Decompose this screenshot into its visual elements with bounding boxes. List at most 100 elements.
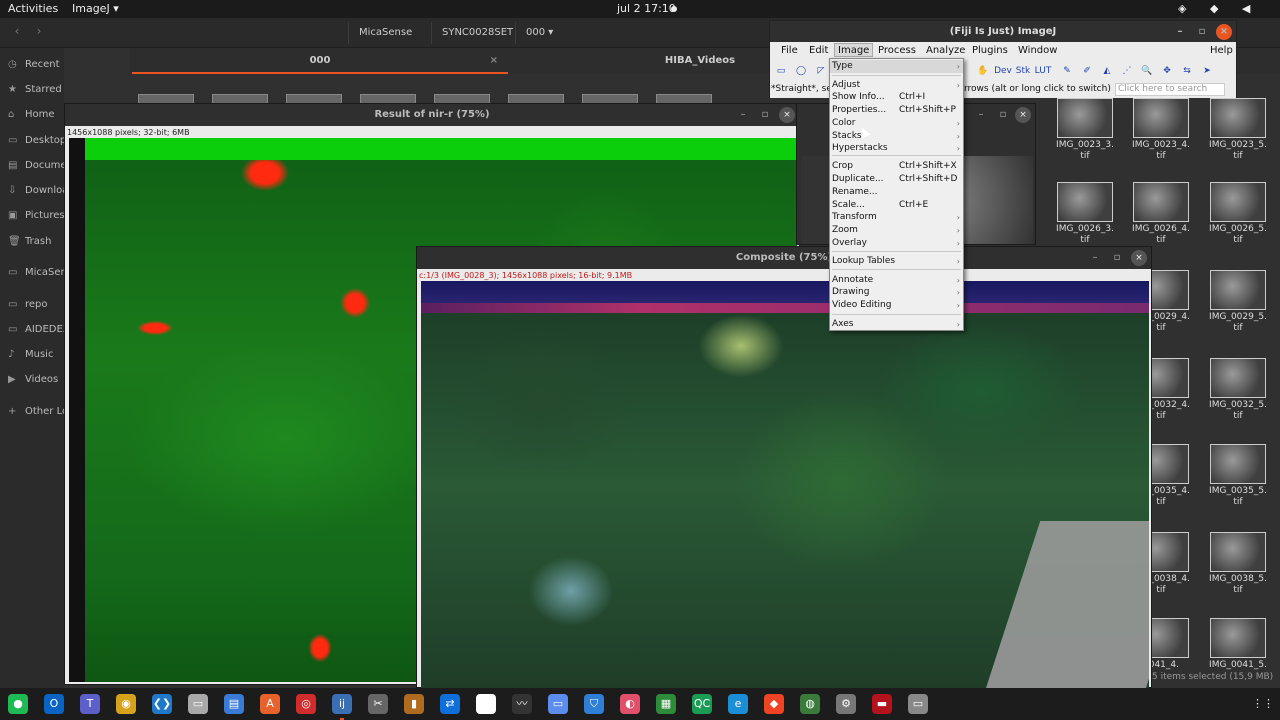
file-item[interactable]: IMG_0032_5. tif: [1203, 358, 1273, 422]
menu-plugins[interactable]: Plugins: [969, 44, 1011, 58]
file-item[interactable]: IMG_0035_5. tif: [1203, 444, 1273, 508]
sidebar-item-recent[interactable]: ◷ Recent: [0, 56, 64, 76]
sidebar-item-repo[interactable]: ▭ repo: [0, 296, 64, 316]
breadcrumb-sync[interactable]: SYNC0028SET: [431, 22, 523, 44]
anydesk-icon[interactable]: ◆: [764, 694, 784, 714]
menu-image[interactable]: Image: [834, 43, 874, 57]
menu-edit[interactable]: Edit: [806, 44, 831, 58]
back-button[interactable]: ‹: [8, 24, 26, 42]
file-item[interactable]: IMG_0026_3. tif: [1050, 182, 1120, 246]
file-item[interactable]: IMG_0023_4. tif: [1126, 98, 1196, 162]
menu-item-hyperstacks[interactable]: Hyperstacks ›: [830, 142, 963, 155]
maximize-icon[interactable]: ▫: [995, 107, 1011, 123]
menu-item-drawing[interactable]: Drawing ›: [830, 286, 963, 299]
tab-close-icon[interactable]: ×: [490, 48, 498, 74]
menu-analyze[interactable]: Analyze: [923, 44, 968, 58]
minimize-icon[interactable]: –: [1087, 250, 1103, 266]
imagej-icon[interactable]: ij: [332, 694, 352, 720]
app-menu[interactable]: ImageJ ▾: [72, 2, 119, 15]
rectangle-tool-icon[interactable]: ▭: [772, 62, 790, 80]
window-icon[interactable]: ▭: [548, 694, 568, 714]
menu-item-type[interactable]: Type ›: [830, 60, 963, 73]
activities-button[interactable]: Activities: [8, 2, 58, 15]
polygon-tool-icon[interactable]: ◸: [812, 62, 830, 80]
sidebar-item-music[interactable]: ♪ Music: [0, 346, 64, 366]
breadcrumb-micasense[interactable]: MicaSense: [348, 22, 422, 44]
menu-item-properties[interactable]: Properties... Ctrl+Shift+P: [830, 104, 963, 117]
files-icon[interactable]: ▭: [188, 694, 208, 714]
menu-item-transform[interactable]: Transform ›: [830, 211, 963, 224]
vpn-icon[interactable]: ⛉: [584, 694, 604, 714]
arrow-tool-icon[interactable]: ➤: [1198, 62, 1216, 80]
imagej-title[interactable]: (Fiji Is Just) ImageJ – ▫ ×: [770, 21, 1236, 42]
sidebar-item-downloa[interactable]: ⇩ Downloa: [0, 182, 64, 202]
minimize-icon[interactable]: –: [735, 107, 751, 123]
menu-file[interactable]: File: [778, 44, 801, 58]
wand-tool-icon[interactable]: ⋰: [1118, 62, 1136, 80]
window-title[interactable]: Composite (75%): [417, 247, 1151, 269]
forward-button[interactable]: ›: [30, 24, 48, 42]
document-icon[interactable]: ▤: [224, 694, 244, 714]
menu-item-show-info[interactable]: Show Info... Ctrl+I: [830, 91, 963, 104]
sidebar-item-other-lo[interactable]: + Other Lo: [0, 403, 64, 423]
dev-tool-icon[interactable]: Dev: [994, 62, 1012, 80]
flood-fill-tool-icon[interactable]: ◭: [1098, 62, 1116, 80]
file-item[interactable]: IMG_0038_5. tif: [1203, 532, 1273, 596]
clock[interactable]: jul 2 17:10: [617, 2, 676, 15]
image-canvas[interactable]: [421, 281, 1149, 689]
menu-process[interactable]: Process: [875, 44, 919, 58]
close-icon[interactable]: ×: [779, 107, 795, 123]
edge-icon[interactable]: e: [728, 694, 748, 714]
monitor-icon[interactable]: 〰: [512, 694, 532, 714]
tool-icon[interactable]: ✂: [368, 694, 388, 714]
menu-item-video-editing[interactable]: Video Editing ›: [830, 299, 963, 312]
oval-tool-icon[interactable]: ◯: [792, 62, 810, 80]
menu-item-color[interactable]: Color ›: [830, 117, 963, 130]
breadcrumb-000[interactable]: 000 ▾: [515, 22, 563, 44]
file-item[interactable]: IMG_0023_5. tif: [1203, 98, 1273, 162]
chrome-icon[interactable]: ◉: [116, 694, 136, 714]
teams-icon[interactable]: T: [80, 694, 100, 714]
magnifier-tool-icon[interactable]: 🔍: [1138, 62, 1156, 80]
search-input[interactable]: Click here to search: [1115, 83, 1225, 96]
menu-item-zoom[interactable]: Zoom ›: [830, 224, 963, 237]
brush-tool-icon[interactable]: ✐: [1078, 62, 1096, 80]
disk-icon[interactable]: ▭: [908, 694, 928, 714]
color-picker-icon[interactable]: ◐: [620, 694, 640, 714]
terminal-icon[interactable]: ▬: [872, 694, 892, 714]
globe-icon[interactable]: ◍: [800, 694, 820, 714]
sidebar-item-home[interactable]: ⌂ Home: [0, 106, 64, 126]
menu-item-duplicate[interactable]: Duplicate... Ctrl+Shift+D: [830, 173, 963, 186]
menu-window[interactable]: Window: [1015, 44, 1060, 58]
swap-tool-icon[interactable]: ⇆: [1178, 62, 1196, 80]
move-tool-icon[interactable]: ✥: [1158, 62, 1176, 80]
settings-icon[interactable]: ⚙: [836, 694, 856, 714]
file-item[interactable]: IMG_0029_5. tif: [1203, 270, 1273, 334]
maximize-icon[interactable]: ▫: [1109, 250, 1125, 266]
file-item[interactable]: IMG_0026_4. tif: [1126, 182, 1196, 246]
qc-icon[interactable]: QC: [692, 694, 712, 714]
maximize-icon[interactable]: ▫: [757, 107, 773, 123]
sidebar-item-starred[interactable]: ★ Starred: [0, 81, 64, 101]
minimize-icon[interactable]: –: [973, 107, 989, 123]
tab-000[interactable]: 000 ×: [132, 48, 508, 74]
minimize-icon[interactable]: –: [1172, 24, 1188, 40]
file-item[interactable]: IMG_0023_3. tif: [1050, 98, 1120, 162]
close-icon[interactable]: ×: [1015, 107, 1031, 123]
menu-item-crop[interactable]: Crop Ctrl+Shift+X: [830, 160, 963, 173]
lut-tool-icon[interactable]: LUT: [1034, 62, 1052, 80]
file-item[interactable]: IMG_0041_5.: [1203, 618, 1273, 671]
sidebar-item-documen[interactable]: ▤ Documen: [0, 157, 64, 177]
vscode-icon[interactable]: ❮❯: [152, 694, 172, 714]
software-icon[interactable]: A: [260, 694, 280, 714]
sheet-icon[interactable]: ▦: [656, 694, 676, 714]
window-title[interactable]: Result of nir-r (75%): [65, 104, 799, 126]
close-icon[interactable]: ×: [1216, 24, 1232, 40]
pencil-tool-icon[interactable]: ✎: [1058, 62, 1076, 80]
spotify-icon[interactable]: ●: [8, 694, 28, 714]
maximize-icon[interactable]: ▫: [1194, 24, 1210, 40]
composite-image-window[interactable]: Composite (75%) – ▫ × c:1/3 (IMG_0028_3)…: [416, 246, 1152, 689]
outlook-icon[interactable]: O: [44, 694, 64, 714]
sidebar-item-desktop[interactable]: ▭ Desktop: [0, 132, 64, 152]
file-item[interactable]: IMG_0026_5. tif: [1203, 182, 1273, 246]
